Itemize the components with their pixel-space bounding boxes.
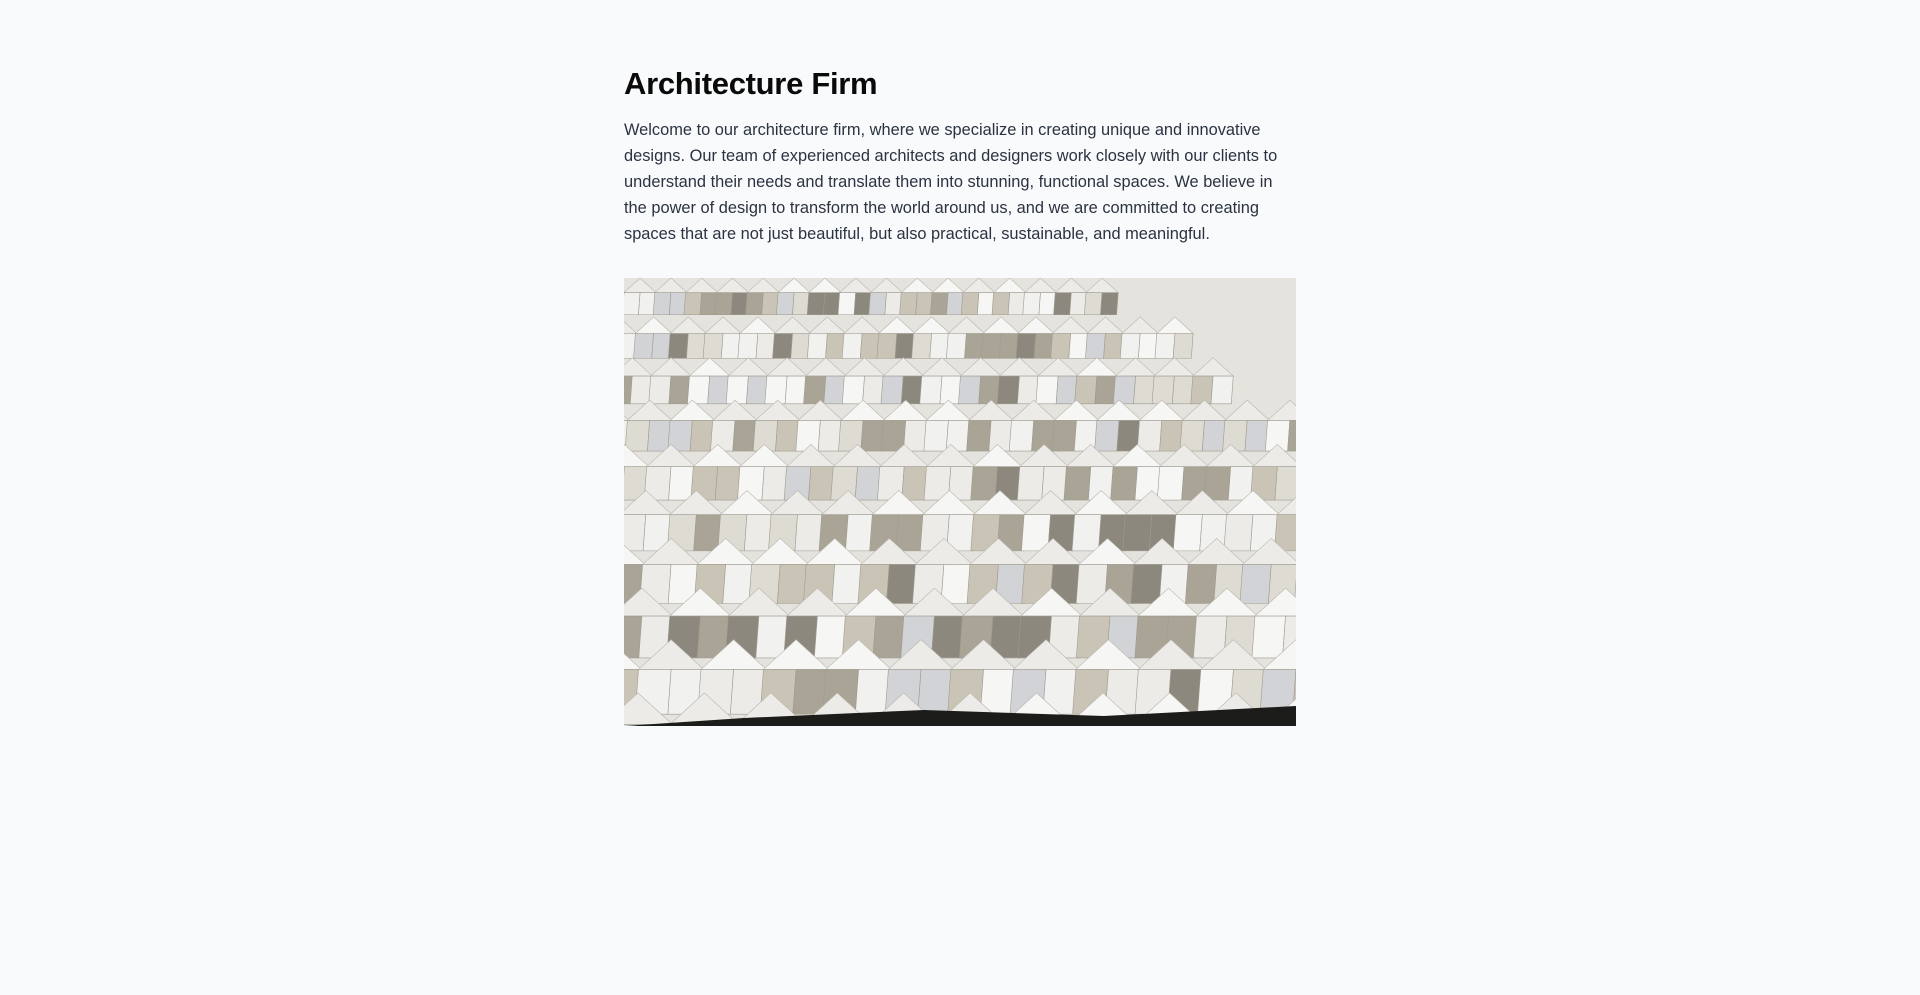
- main-content: Architecture Firm Welcome to our archite…: [624, 66, 1296, 247]
- hero-image: [624, 278, 1296, 726]
- facade-pattern: [624, 278, 1296, 726]
- intro-paragraph: Welcome to our architecture firm, where …: [624, 121, 1278, 243]
- page-title: Architecture Firm: [624, 66, 878, 101]
